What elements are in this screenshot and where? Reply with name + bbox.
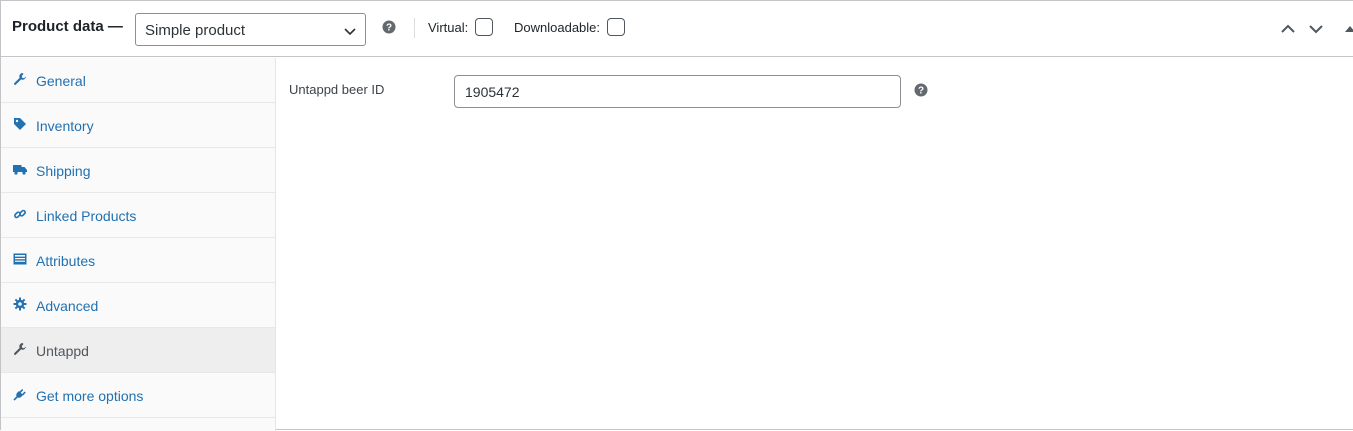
tab-label: Advanced xyxy=(36,298,99,314)
untappd-beer-id-label: Untappd beer ID xyxy=(289,82,385,97)
tab-label: General xyxy=(36,73,86,89)
tag-icon xyxy=(14,118,26,130)
downloadable-checkbox[interactable] xyxy=(607,18,625,36)
panel-header: Product data — Simple product ? Virtual:… xyxy=(1,1,1353,57)
chevron-down-icon xyxy=(344,28,356,36)
tab-label: Get more options xyxy=(36,388,144,404)
plug-icon xyxy=(13,389,26,401)
gear-icon xyxy=(13,297,27,311)
list-icon xyxy=(13,253,27,265)
tab-label: Linked Products xyxy=(36,208,137,224)
wrench-icon xyxy=(14,343,26,355)
svg-text:?: ? xyxy=(386,23,392,34)
tab-label: Untappd xyxy=(36,343,89,359)
help-icon[interactable]: ? xyxy=(382,20,396,34)
tab-untappd[interactable]: Untappd xyxy=(1,328,275,373)
svg-text:?: ? xyxy=(918,86,924,97)
tab-advanced[interactable]: Advanced xyxy=(1,283,275,328)
triangle-up-icon[interactable] xyxy=(1341,20,1353,38)
tab-shipping[interactable]: Shipping xyxy=(1,148,275,193)
tab-label: Shipping xyxy=(36,163,91,179)
panel-title: Product data — xyxy=(12,18,123,35)
untappd-beer-id-input[interactable] xyxy=(454,75,901,108)
link-icon xyxy=(14,209,26,219)
truck-icon xyxy=(13,165,27,175)
product-data-panel: Product data — Simple product ? Virtual:… xyxy=(0,0,1353,431)
virtual-label: Virtual: xyxy=(428,20,469,35)
product-type-selected: Simple product xyxy=(145,22,246,39)
chevron-up-icon[interactable] xyxy=(1279,20,1297,38)
downloadable-label: Downloadable: xyxy=(514,20,601,35)
tab-general[interactable]: General xyxy=(1,58,275,103)
tab-panel-untappd: Untappd beer ID ? xyxy=(276,58,1353,431)
tab-inventory[interactable]: Inventory xyxy=(1,103,275,148)
tab-get-more-options[interactable]: Get more options xyxy=(1,373,275,418)
virtual-checkbox[interactable] xyxy=(475,18,493,36)
tab-linked-products[interactable]: Linked Products xyxy=(1,193,275,238)
header-divider xyxy=(414,18,415,38)
wrench-icon xyxy=(14,73,26,85)
tab-attributes[interactable]: Attributes xyxy=(1,238,275,283)
tab-label: Attributes xyxy=(36,253,96,269)
chevron-down-icon[interactable] xyxy=(1307,20,1325,38)
help-icon[interactable]: ? xyxy=(914,83,928,97)
tab-label: Inventory xyxy=(36,118,94,134)
product-type-select[interactable]: Simple product xyxy=(135,13,366,46)
product-data-tabs: General Inventory Shipping Linked Produc… xyxy=(1,58,276,431)
